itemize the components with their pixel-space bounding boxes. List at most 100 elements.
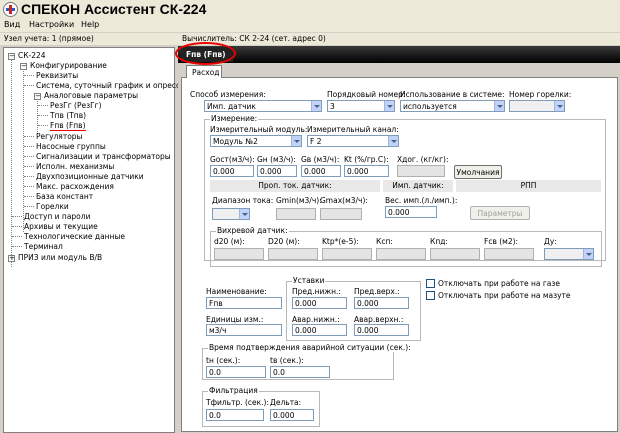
vortex-group-label: Вихревой датчик: [216, 226, 289, 235]
navigation-tree[interactable]: − СК-224 − Конфигурирование Реквизиты Си… [3, 47, 198, 433]
tree-root[interactable]: СК-224 [18, 51, 46, 60]
alarm-high-label: Авар.верхн.: [354, 315, 404, 324]
vortex-label: D20 (м): [268, 237, 300, 246]
channel-select[interactable]: F 2 [307, 135, 399, 147]
chevron-down-icon [583, 249, 593, 259]
module-select[interactable]: Модуль №2 [210, 135, 302, 147]
tn-input[interactable]: 0.0 [206, 366, 266, 378]
delta-label: Дельта: [270, 398, 302, 407]
tree-item[interactable]: Доступ и пароли [24, 212, 90, 221]
unit-label: Единицы изм.: [206, 315, 264, 324]
tab-rashod[interactable]: Расход [186, 65, 222, 78]
kt-input[interactable]: 0.000 [344, 165, 389, 177]
collapse-icon[interactable]: − [34, 93, 41, 100]
pred-low-label: Пред.нижн.: [292, 287, 341, 296]
measure-group-label: Измерение: [210, 114, 259, 123]
header-bar [178, 46, 620, 63]
D20-input[interactable] [268, 248, 318, 260]
tree-item[interactable]: ПРИЗ или модуль В/В [18, 253, 102, 262]
filter-group-label: Фильтрация [208, 386, 259, 395]
delta-input[interactable]: 0.000 [270, 409, 314, 421]
tree-item[interactable]: База констант [36, 192, 93, 201]
tree-item[interactable]: Терминал [24, 242, 63, 251]
range-label: Диапазон тока: [212, 196, 274, 205]
menu-bar: Вид Настройки Help [0, 19, 620, 32]
form-panel: Способ измерения: Имп. датчик Порядковый… [181, 77, 618, 432]
node-status: Узел учета: 1 (прямое) [4, 34, 94, 43]
name-input[interactable]: Fпв [206, 297, 282, 309]
tree-item[interactable]: Двухпозиционные датчики [36, 172, 144, 181]
kt-label: Kt (%/гр.С): [344, 155, 389, 164]
tree-item[interactable]: Горелки [36, 202, 69, 211]
tree-item-selected[interactable]: Fпв (Fпв) [50, 121, 86, 131]
weight-input[interactable]: 0.000 [385, 206, 437, 218]
collapse-icon[interactable]: − [8, 53, 15, 60]
method-select[interactable]: Имп. датчик [204, 100, 322, 112]
weight-label: Вес. имп.(л./имп.): [385, 196, 458, 205]
gost-input[interactable]: 0.000 [210, 165, 254, 177]
gas-checkbox-label: Отключать при работе на газе [438, 279, 560, 288]
vortex-label: Ktp*(е-5): [322, 237, 359, 246]
module-label: Измерительный модуль: [210, 125, 308, 134]
gn-input[interactable]: 0.000 [257, 165, 297, 177]
alarm-high-input[interactable]: 0.000 [354, 324, 409, 336]
use-label: Использование в системе: [400, 90, 505, 99]
du-select[interactable] [544, 248, 594, 260]
gmin-input[interactable] [276, 208, 316, 220]
tree-analog[interactable]: Аналоговые параметры [44, 91, 138, 100]
d20-input[interactable] [214, 248, 264, 260]
title-bar: СПЕКОН Ассистент СК-224 [0, 0, 620, 19]
alarm-low-input[interactable]: 0.000 [292, 324, 347, 336]
order-select[interactable]: 3 [327, 100, 395, 112]
gas-checkbox[interactable] [426, 279, 435, 288]
pred-low-input[interactable]: 0.000 [292, 297, 347, 309]
tree-item[interactable]: Система, суточный график и опрессовка [36, 81, 198, 90]
xdog-input[interactable] [397, 165, 445, 177]
chevron-down-icon [554, 101, 564, 111]
chevron-down-icon [384, 101, 394, 111]
collapse-icon[interactable]: − [20, 63, 27, 70]
ksp-input[interactable] [376, 248, 426, 260]
imp-sensor-header: Имп. датчик: [383, 180, 453, 192]
menu-settings[interactable]: Настройки [29, 20, 74, 29]
tfilter-input[interactable]: 0.0 [206, 409, 264, 421]
tree-item[interactable]: Макс. расхождения [36, 182, 114, 191]
tree-item[interactable]: Насосные группы [36, 142, 106, 151]
ktp-input[interactable] [322, 248, 372, 260]
app-logo-icon [3, 2, 18, 17]
menu-help[interactable]: Help [81, 20, 99, 29]
expand-icon[interactable]: + [8, 255, 15, 262]
chevron-down-icon [311, 101, 321, 111]
tree-item[interactable]: Сигнализации и трансформаторы [36, 152, 171, 161]
kpd-input[interactable] [430, 248, 480, 260]
settings-group-label: Уставки [292, 276, 326, 285]
tree-item[interactable]: РезГг (РезГг) [50, 101, 102, 110]
tree-item[interactable]: Архивы и текущие [24, 222, 98, 231]
tree-item[interactable]: Технологические данные [24, 232, 125, 241]
params-button[interactable]: Параметры [470, 206, 530, 220]
tree-configure[interactable]: Конфигурирование [30, 61, 107, 70]
range-select[interactable] [212, 208, 250, 220]
mazut-checkbox-label: Отключать при работе на мазуте [438, 291, 571, 300]
tree-item[interactable]: Тпв (Тпв) [50, 111, 86, 120]
tree-item[interactable]: Исполн. механизмы [36, 162, 114, 171]
mazut-checkbox[interactable] [426, 291, 435, 300]
order-label: Порядковый номер: [327, 90, 406, 99]
defaults-button[interactable]: Умолчания [454, 165, 502, 179]
burner-select[interactable] [509, 100, 565, 112]
tv-input[interactable]: 0.0 [270, 366, 330, 378]
burner-label: Номер горелки: [509, 90, 572, 99]
unit-input[interactable]: м3/ч [206, 324, 282, 336]
use-select[interactable]: используется [400, 100, 505, 112]
gv-input[interactable]: 0.000 [301, 165, 341, 177]
menu-view[interactable]: Вид [4, 20, 20, 29]
pred-high-input[interactable]: 0.000 [354, 297, 409, 309]
tree-item[interactable]: Регуляторы [36, 132, 82, 141]
xdog-label: Хдог. (кг/кг): [397, 155, 449, 164]
pred-high-label: Пред.верх.: [354, 287, 400, 296]
gmax-input[interactable] [320, 208, 362, 220]
fsv-input[interactable] [484, 248, 534, 260]
tree-item[interactable]: Реквизиты [36, 71, 78, 80]
tfilter-label: Тфильтр. (сек.): [206, 398, 270, 407]
gost-label: Gост(м3/ч): [210, 155, 255, 164]
